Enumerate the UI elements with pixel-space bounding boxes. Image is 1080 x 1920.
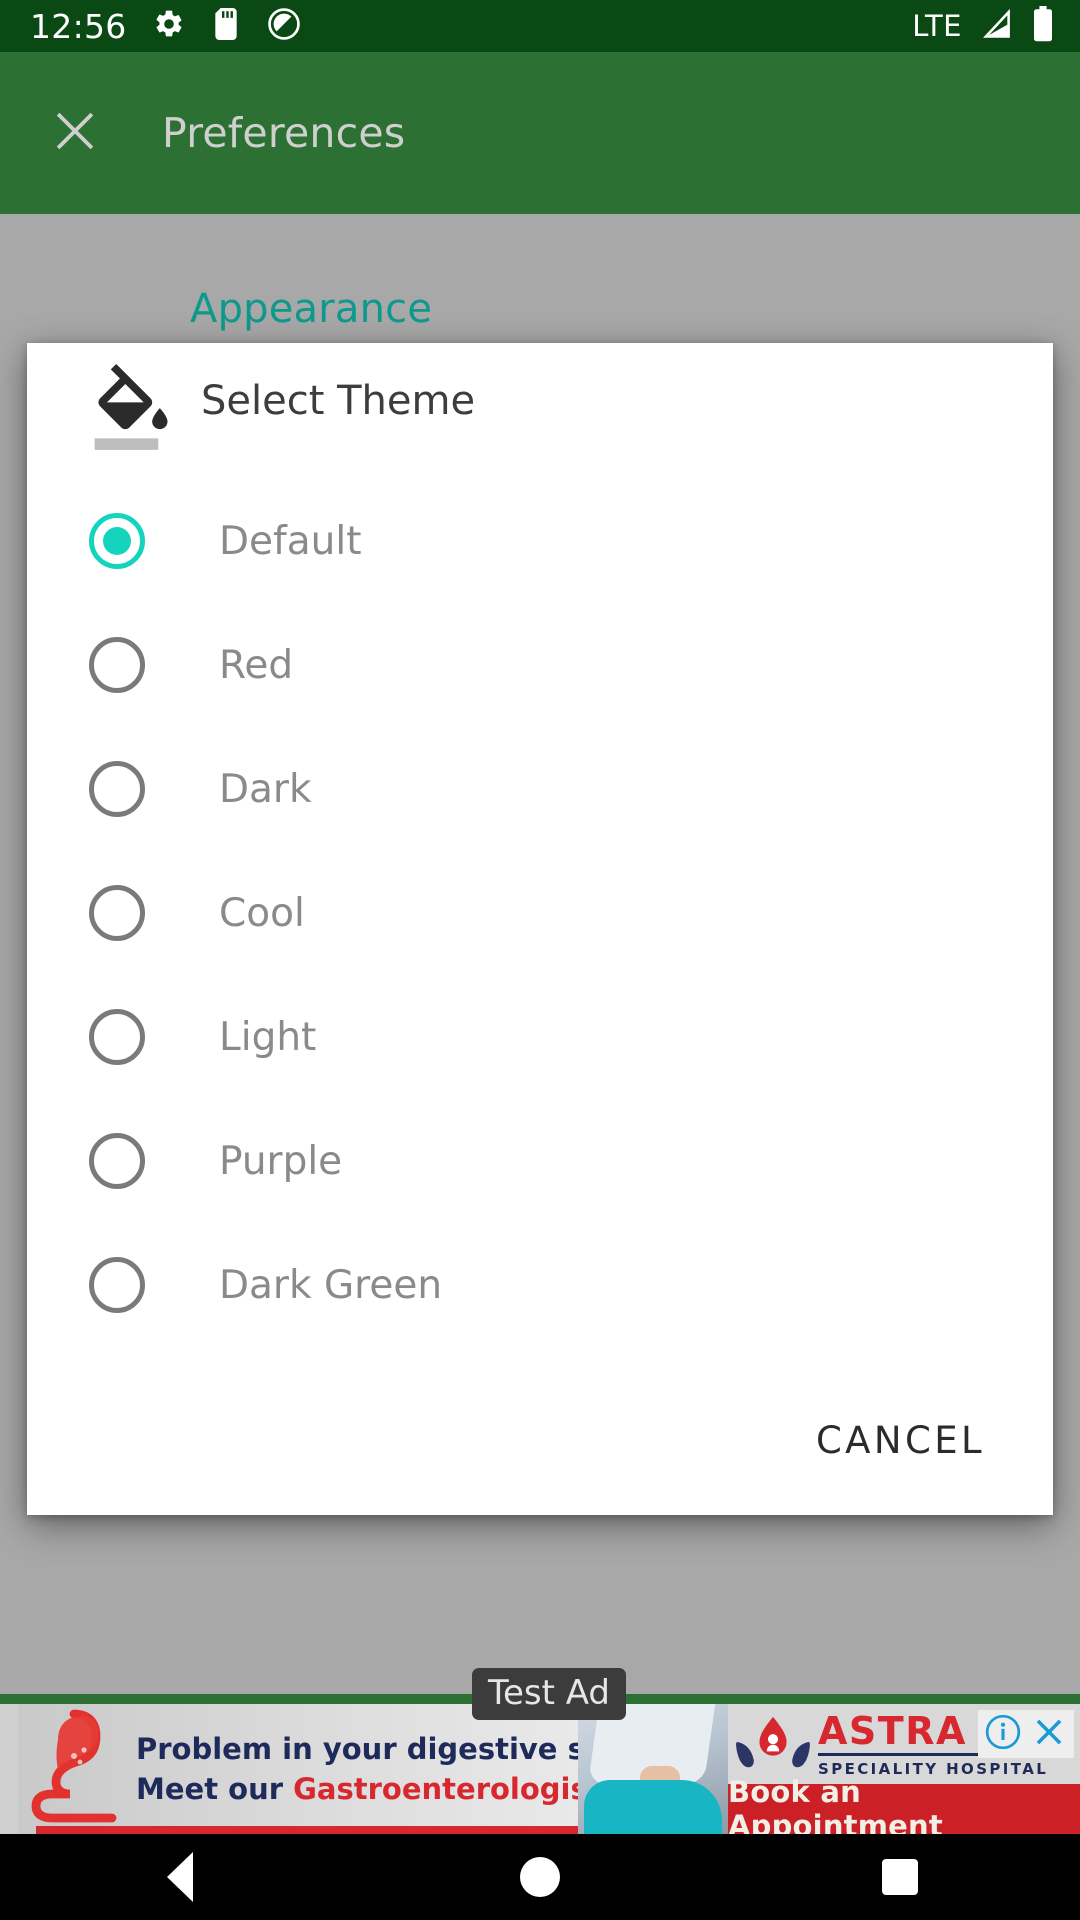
- option-label: Light: [219, 1014, 317, 1060]
- close-ad-icon[interactable]: [1030, 1713, 1068, 1755]
- ad-banner[interactable]: Problem in your digestive sy Meet our Ga…: [0, 1704, 1080, 1834]
- option-label: Dark: [219, 766, 312, 812]
- nav-back-button[interactable]: [120, 1834, 240, 1920]
- stomach-illustration-icon: [26, 1708, 130, 1834]
- option-label: Dark Green: [219, 1262, 443, 1308]
- signal-icon: [978, 7, 1016, 45]
- dialog-actions: CANCEL: [27, 1365, 1053, 1515]
- app-bar: Preferences: [0, 52, 1080, 214]
- nav-home-button[interactable]: [480, 1834, 600, 1920]
- theme-option-dark[interactable]: Dark: [27, 727, 1053, 851]
- book-appointment-button[interactable]: Book an Appointment: [728, 1775, 1080, 1834]
- close-preferences-button[interactable]: [20, 78, 130, 188]
- option-label: Default: [219, 518, 362, 564]
- radio-button[interactable]: [89, 1133, 145, 1189]
- radio-button[interactable]: [89, 637, 145, 693]
- gear-icon: [153, 8, 185, 44]
- ad-doctor-photo: [578, 1704, 728, 1834]
- recents-icon: [882, 1859, 918, 1895]
- theme-option-default[interactable]: Default: [27, 479, 1053, 603]
- ad-headline: Problem in your digestive sy: [136, 1732, 604, 1766]
- ad-controls: [978, 1710, 1074, 1758]
- battery-icon: [1032, 6, 1054, 46]
- status-bar: 12:56 LTE: [0, 0, 1080, 52]
- ad-left-panel: Problem in your digestive sy Meet our Ga…: [18, 1704, 626, 1834]
- status-bar-right: LTE: [912, 6, 1080, 46]
- book-appointment-label: Book an Appointment: [728, 1775, 943, 1834]
- info-icon[interactable]: [984, 1713, 1022, 1755]
- theme-option-red[interactable]: Red: [27, 603, 1053, 727]
- radio-button[interactable]: [89, 885, 145, 941]
- ad-red-rule: [36, 1826, 596, 1834]
- theme-option-purple[interactable]: Purple: [27, 1099, 1053, 1223]
- select-theme-dialog: Select Theme Default Red Dark Cool Light…: [27, 343, 1053, 1515]
- theme-option-cool[interactable]: Cool: [27, 851, 1053, 975]
- theme-option-light[interactable]: Light: [27, 975, 1053, 1099]
- theme-options-list: Default Red Dark Cool Light Purple Dark …: [27, 471, 1053, 1347]
- radio-button[interactable]: [89, 1257, 145, 1313]
- system-navigation-bar: [0, 1834, 1080, 1920]
- do-not-disturb-icon: [267, 7, 301, 45]
- sd-card-icon: [211, 8, 241, 44]
- format-color-fill-icon: [87, 364, 179, 450]
- status-clock: 12:56: [30, 6, 127, 46]
- ad-subline-accent: Gastroenterologist:): [293, 1772, 627, 1806]
- photo-patient-shape: [584, 1780, 722, 1834]
- radio-button[interactable]: [89, 513, 145, 569]
- page-title: Preferences: [162, 109, 406, 157]
- network-type-label: LTE: [912, 9, 962, 43]
- close-icon: [48, 104, 102, 162]
- radio-button[interactable]: [89, 761, 145, 817]
- radio-button[interactable]: [89, 1009, 145, 1065]
- option-label: Cool: [219, 890, 305, 936]
- ad-subline: Meet our Gastroenterologist:): [136, 1772, 626, 1806]
- theme-option-dark-green[interactable]: Dark Green: [27, 1223, 1053, 1347]
- back-icon: [167, 1852, 193, 1902]
- dialog-header: Select Theme: [27, 343, 1053, 471]
- option-label: Purple: [219, 1138, 343, 1184]
- astra-logo-mark-icon: [734, 1715, 812, 1775]
- ad-text-block: Problem in your digestive sy Meet our Ga…: [136, 1732, 626, 1806]
- status-bar-left: 12:56: [0, 7, 301, 45]
- nav-recents-button[interactable]: [840, 1834, 960, 1920]
- cancel-button[interactable]: CANCEL: [806, 1401, 995, 1480]
- test-ad-badge: Test Ad: [472, 1668, 627, 1720]
- section-header-appearance: Appearance: [190, 286, 433, 332]
- option-label: Red: [219, 642, 294, 688]
- phone-screen: 12:56 LTE Preferences Appearance Select …: [0, 0, 1080, 1920]
- dialog-title: Select Theme: [201, 378, 476, 424]
- home-icon: [520, 1857, 560, 1897]
- ad-subline-prefix: Meet our: [136, 1772, 294, 1806]
